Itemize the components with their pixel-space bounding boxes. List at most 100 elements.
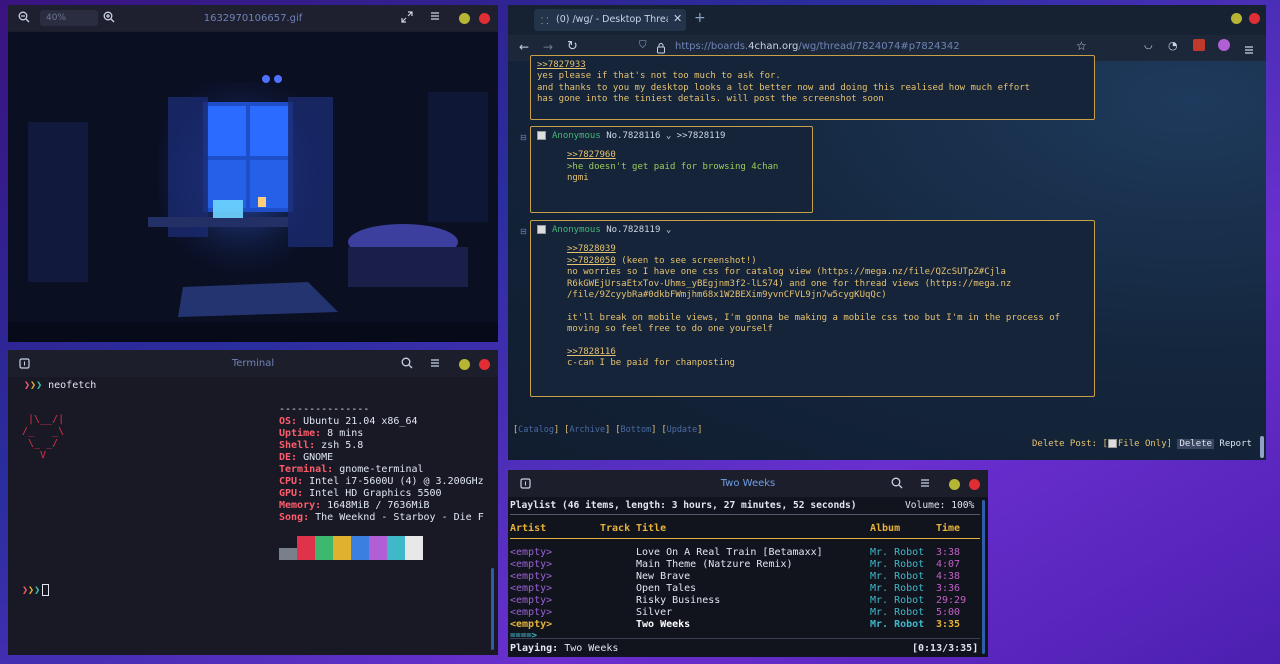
fullscreen-icon[interactable] (401, 11, 413, 23)
nav-catalog-link[interactable]: Catalog (518, 425, 554, 435)
delete-post-form: Delete Post: [ File Only] Delete Report (1032, 439, 1252, 449)
greentext: >he doesn't get paid for browsing 4chan (567, 161, 779, 172)
post-text: ngmi (567, 173, 589, 184)
backlink[interactable]: >>7828119 (677, 131, 726, 141)
volume-indicator[interactable]: Volume: 100% (905, 500, 974, 511)
minimize-button[interactable] (459, 13, 470, 24)
post-previous: >>7827933 yes please if that's not too m… (530, 55, 1095, 120)
row-artist: <empty> (510, 571, 553, 582)
forward-icon[interactable]: → (543, 40, 553, 54)
quote-link[interactable]: >>7827960 (567, 150, 806, 161)
tab-title: (0) /wg/ - Desktop Thread (556, 14, 668, 25)
post-menu-chevron-icon[interactable]: ⌄ (666, 225, 671, 235)
minimize-button[interactable] (949, 479, 960, 490)
palette-swatch (297, 536, 315, 560)
progress-track[interactable] (510, 638, 980, 639)
elapsed-time: [0:13/3:35] (912, 643, 979, 654)
file-only-label: File Only] (1117, 439, 1173, 449)
terminal-title: Terminal (231, 358, 275, 369)
post-header: Anonymous No.7828116 ⌄ >>7828119 (537, 131, 806, 142)
command-text: neofetch (48, 380, 97, 391)
reload-icon[interactable]: ↻ (567, 39, 578, 54)
pocket-icon[interactable]: ◡ (1144, 40, 1153, 51)
menu-icon[interactable] (430, 358, 440, 368)
playlist-info: Playlist (46 items, length: 3 hours, 27 … (510, 500, 857, 511)
row-artist: <empty> (510, 607, 553, 618)
close-button[interactable] (479, 359, 490, 370)
column-title[interactable]: Title (636, 523, 666, 534)
bookmark-star-icon[interactable]: ☆ (1076, 39, 1087, 53)
nav-bottom-link[interactable]: Bottom (621, 425, 652, 435)
search-icon[interactable] (891, 477, 903, 489)
url-field[interactable]: https://boards.4chan.org/wg/thread/78240… (675, 41, 960, 52)
row-album: Mr. Robot (870, 547, 925, 558)
quote-link[interactable]: >>7828116 (567, 347, 1088, 358)
column-time[interactable]: Time (936, 523, 960, 534)
column-track[interactable]: Track (600, 523, 630, 534)
column-artist[interactable]: Artist (510, 523, 546, 534)
post-7828116: Anonymous No.7828116 ⌄ >>7828119 >>78279… (530, 126, 813, 213)
post-select-checkbox[interactable] (537, 131, 546, 140)
row-artist: <empty> (510, 547, 553, 558)
quote-link[interactable]: >>7828050 (567, 256, 616, 266)
nav-update-link[interactable]: Update (667, 425, 698, 435)
new-tab-icon[interactable]: + (694, 10, 706, 26)
minimize-button[interactable] (459, 359, 470, 370)
delete-post-label: Delete Post: [ (1032, 439, 1108, 449)
quote-link[interactable]: >>7828039 (567, 244, 1088, 255)
nav-archive-link[interactable]: Archive (569, 425, 605, 435)
minimize-button[interactable] (1231, 13, 1242, 24)
post-number[interactable]: No.7828116 (606, 131, 660, 141)
system-info: OS: Ubuntu 21.04 x86_64 Uptime: 8 mins S… (279, 416, 484, 524)
info-shell: Shell: zsh 5.8 (279, 440, 364, 451)
row-artist: <empty> (510, 619, 553, 630)
row-time: 5:00 (936, 607, 961, 618)
post-hide-toggle[interactable]: ⊟ (520, 133, 527, 142)
column-album[interactable]: Album (870, 523, 900, 534)
close-button[interactable] (1249, 13, 1260, 24)
extension-icon[interactable] (1218, 39, 1230, 51)
account-icon[interactable]: ◔ (1168, 39, 1178, 52)
music-player-window: Two Weeks Playlist (46 items, length: 3 … (508, 470, 988, 657)
quote-link[interactable]: >>7827933 (537, 60, 1088, 71)
post-hide-toggle[interactable]: ⊟ (520, 227, 527, 236)
back-icon[interactable]: ← (519, 40, 529, 54)
search-icon[interactable] (401, 357, 413, 369)
palette-swatch (351, 536, 369, 560)
terminal-scrollbar[interactable] (491, 568, 494, 650)
thread-nav-links: [Catalog] [Archive] [Bottom] [Update] (513, 425, 703, 435)
row-time: 3:36 (936, 583, 961, 594)
post-select-checkbox[interactable] (537, 225, 546, 234)
tab-active[interactable]: ⸬ (0) /wg/ - Desktop Thread ✕ (534, 9, 686, 31)
header-separator (510, 538, 980, 539)
menu-icon[interactable] (920, 478, 930, 488)
file-only-checkbox[interactable] (1107, 439, 1117, 448)
row-album: Mr. Robot (870, 607, 925, 618)
now-playing: Playing: Two Weeks (510, 643, 618, 654)
post-menu-chevron-icon[interactable]: ⌄ (666, 131, 671, 141)
row-title: New Brave (636, 571, 691, 582)
post-number[interactable]: No.7828119 (606, 225, 660, 235)
report-button[interactable]: Report (1219, 439, 1252, 449)
page-scrollbar[interactable] (1260, 436, 1264, 458)
palette-swatch (369, 536, 387, 560)
music-scrollbar[interactable] (982, 500, 985, 654)
ublock-icon[interactable] (1193, 39, 1205, 51)
info-terminal: Terminal: gnome-terminal (279, 464, 424, 475)
post-7828119: Anonymous No.7828119 ⌄ >>7828039 >>78280… (530, 220, 1095, 397)
menu-icon[interactable] (430, 11, 440, 21)
row-time: 29:29 (936, 595, 967, 606)
browser-window: ⸬ (0) /wg/ - Desktop Thread ✕ + ← → ↻ ⛉ … (508, 5, 1266, 460)
row-time: 3:38 (936, 547, 961, 558)
row-album: Mr. Robot (870, 595, 925, 606)
shield-icon[interactable]: ⛉ (639, 40, 647, 51)
tab-close-icon[interactable]: ✕ (673, 12, 682, 25)
post-text (567, 301, 1088, 312)
close-button[interactable] (479, 13, 490, 24)
playing-title: Two Weeks (564, 643, 619, 654)
post-text: it'll break on mobile views, I'm gonna b… (567, 312, 1061, 323)
menu-icon[interactable] (1244, 40, 1254, 59)
delete-button[interactable]: Delete (1177, 439, 1214, 449)
progress-bar[interactable]: ====> (510, 631, 537, 641)
close-button[interactable] (969, 479, 980, 490)
